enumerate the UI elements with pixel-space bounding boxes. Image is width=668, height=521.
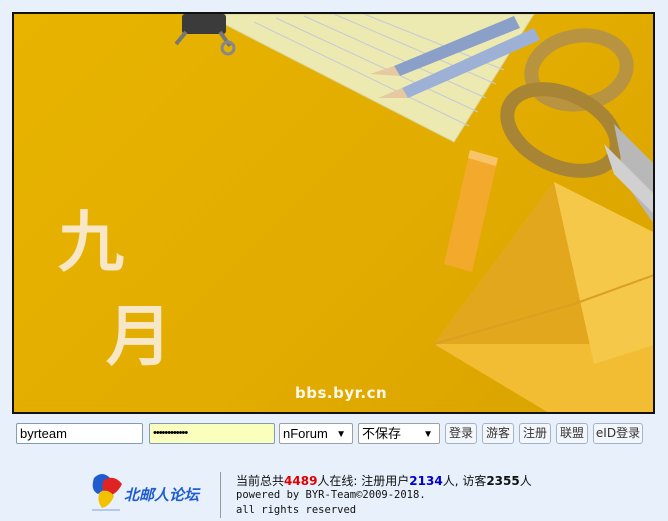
union-button[interactable]: 联盟 bbox=[556, 423, 588, 444]
save-session-value: 不保存 bbox=[362, 426, 402, 441]
dropdown-arrow-icon: ▼ bbox=[423, 429, 433, 440]
login-form: byrteam •••••••••••• nForum ▼ 不保存 ▼ 登录 游… bbox=[0, 0, 668, 444]
rights-text: all rights reserved bbox=[236, 504, 357, 516]
powered-by-text: powered by BYR-Team©2009-2018. bbox=[236, 489, 426, 501]
registered-users-count: 2134 bbox=[409, 474, 443, 488]
stats-prefix: 当前总共 bbox=[236, 474, 285, 488]
forum-select[interactable]: nForum ▼ bbox=[279, 423, 353, 444]
stats-suffix: 人 bbox=[519, 474, 532, 488]
stats-mid1: 人在线: 注册用户 bbox=[317, 474, 410, 488]
footer-divider bbox=[220, 472, 221, 518]
stats-mid2: 人, 访客 bbox=[442, 474, 487, 488]
dropdown-arrow-icon: ▼ bbox=[336, 429, 346, 440]
logo-text: 北邮人论坛 bbox=[124, 486, 200, 504]
username-input[interactable]: byrteam bbox=[16, 423, 143, 444]
month-char-month: 月 bbox=[106, 298, 172, 375]
password-input[interactable]: •••••••••••• bbox=[149, 423, 275, 444]
online-stats: 当前总共4489人在线: 注册用户2134人, 访客2355人 bbox=[236, 472, 532, 489]
eid-login-button[interactable]: eID登录 bbox=[593, 423, 643, 444]
save-session-select[interactable]: 不保存 ▼ bbox=[358, 423, 440, 444]
login-banner: 九 月 bbs.byr.cn bbox=[12, 12, 655, 414]
total-online-count: 4489 bbox=[284, 474, 318, 488]
month-char-nine: 九 bbox=[58, 204, 124, 281]
forum-select-value: nForum bbox=[283, 426, 328, 441]
guest-button[interactable]: 游客 bbox=[482, 423, 514, 444]
eraser-illustration bbox=[444, 150, 498, 272]
binder-clip-illustration bbox=[174, 14, 236, 56]
login-button[interactable]: 登录 bbox=[445, 423, 477, 444]
site-watermark: bbs.byr.cn bbox=[295, 384, 388, 402]
register-button[interactable]: 注册 bbox=[519, 423, 551, 444]
guests-count: 2355 bbox=[486, 474, 520, 488]
